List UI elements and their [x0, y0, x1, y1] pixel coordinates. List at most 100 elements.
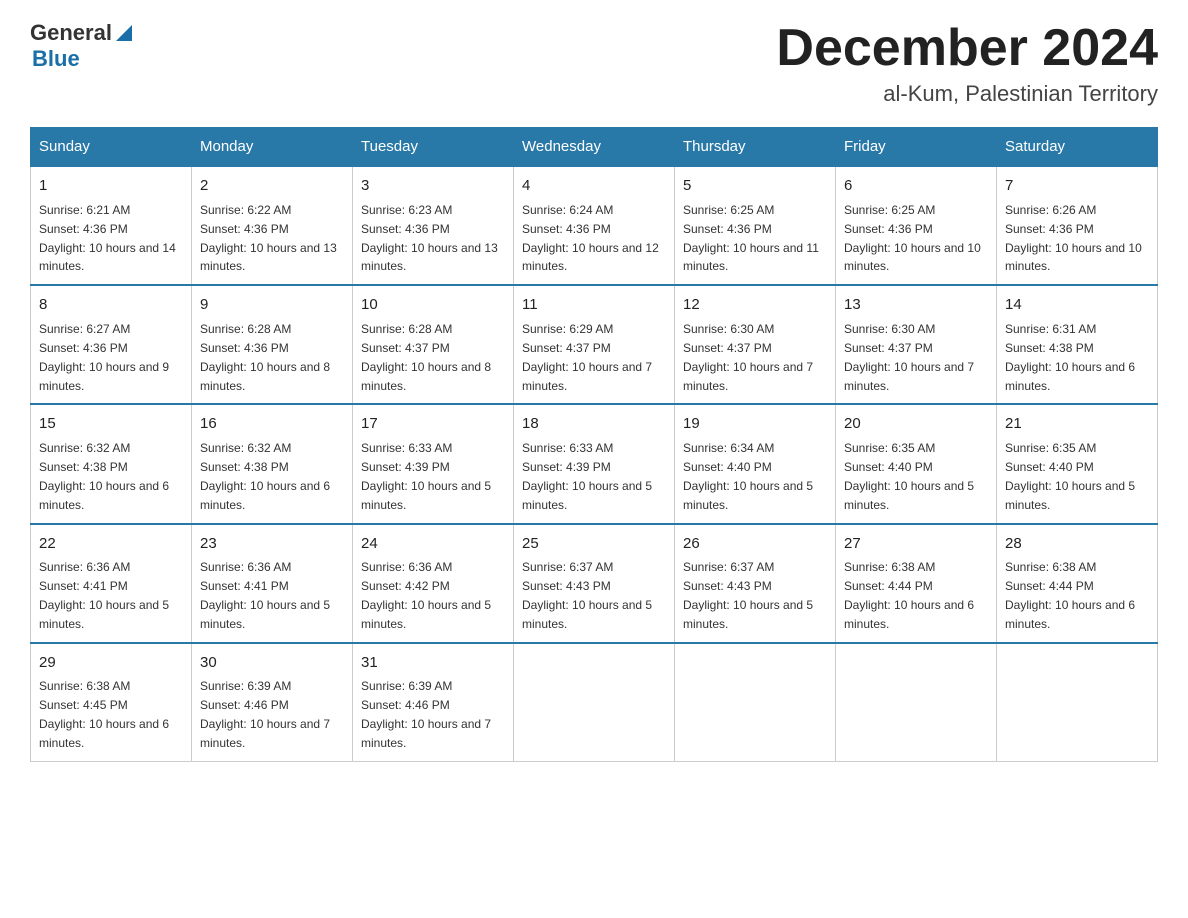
day-number: 10 [361, 294, 505, 316]
day-cell-2-0: 15 Sunrise: 6:32 AMSunset: 4:38 PMDaylig… [31, 404, 192, 523]
day-info: Sunrise: 6:28 AMSunset: 4:36 PMDaylight:… [200, 322, 330, 393]
day-number: 21 [1005, 413, 1149, 435]
day-info: Sunrise: 6:24 AMSunset: 4:36 PMDaylight:… [522, 203, 659, 274]
col-friday: Friday [836, 128, 997, 167]
day-cell-1-6: 14 Sunrise: 6:31 AMSunset: 4:38 PMDaylig… [997, 285, 1158, 404]
day-cell-4-5 [836, 643, 997, 762]
day-info: Sunrise: 6:38 AMSunset: 4:45 PMDaylight:… [39, 679, 169, 750]
day-number: 20 [844, 413, 988, 435]
day-cell-3-3: 25 Sunrise: 6:37 AMSunset: 4:43 PMDaylig… [514, 524, 675, 643]
day-cell-4-3 [514, 643, 675, 762]
day-number: 13 [844, 294, 988, 316]
day-cell-4-6 [997, 643, 1158, 762]
day-cell-0-2: 3 Sunrise: 6:23 AMSunset: 4:36 PMDayligh… [353, 166, 514, 285]
day-cell-0-5: 6 Sunrise: 6:25 AMSunset: 4:36 PMDayligh… [836, 166, 997, 285]
logo-content: General Blue [30, 20, 134, 72]
day-info: Sunrise: 6:32 AMSunset: 4:38 PMDaylight:… [200, 441, 330, 512]
day-cell-4-4 [675, 643, 836, 762]
day-number: 14 [1005, 294, 1149, 316]
day-number: 11 [522, 294, 666, 316]
day-number: 26 [683, 533, 827, 555]
day-number: 4 [522, 175, 666, 197]
day-info: Sunrise: 6:28 AMSunset: 4:37 PMDaylight:… [361, 322, 491, 393]
day-info: Sunrise: 6:21 AMSunset: 4:36 PMDaylight:… [39, 203, 176, 274]
day-info: Sunrise: 6:38 AMSunset: 4:44 PMDaylight:… [1005, 560, 1135, 631]
days-of-week-row: Sunday Monday Tuesday Wednesday Thursday… [31, 128, 1158, 167]
day-number: 12 [683, 294, 827, 316]
day-info: Sunrise: 6:37 AMSunset: 4:43 PMDaylight:… [522, 560, 652, 631]
col-tuesday: Tuesday [353, 128, 514, 167]
day-info: Sunrise: 6:33 AMSunset: 4:39 PMDaylight:… [361, 441, 491, 512]
day-cell-1-5: 13 Sunrise: 6:30 AMSunset: 4:37 PMDaylig… [836, 285, 997, 404]
day-cell-3-4: 26 Sunrise: 6:37 AMSunset: 4:43 PMDaylig… [675, 524, 836, 643]
day-info: Sunrise: 6:38 AMSunset: 4:44 PMDaylight:… [844, 560, 974, 631]
day-info: Sunrise: 6:36 AMSunset: 4:42 PMDaylight:… [361, 560, 491, 631]
day-cell-0-4: 5 Sunrise: 6:25 AMSunset: 4:36 PMDayligh… [675, 166, 836, 285]
day-number: 17 [361, 413, 505, 435]
col-saturday: Saturday [997, 128, 1158, 167]
day-cell-2-1: 16 Sunrise: 6:32 AMSunset: 4:38 PMDaylig… [192, 404, 353, 523]
day-cell-1-4: 12 Sunrise: 6:30 AMSunset: 4:37 PMDaylig… [675, 285, 836, 404]
day-number: 22 [39, 533, 183, 555]
day-info: Sunrise: 6:37 AMSunset: 4:43 PMDaylight:… [683, 560, 813, 631]
day-info: Sunrise: 6:26 AMSunset: 4:36 PMDaylight:… [1005, 203, 1142, 274]
day-info: Sunrise: 6:36 AMSunset: 4:41 PMDaylight:… [200, 560, 330, 631]
day-info: Sunrise: 6:35 AMSunset: 4:40 PMDaylight:… [1005, 441, 1135, 512]
col-sunday: Sunday [31, 128, 192, 167]
day-cell-1-0: 8 Sunrise: 6:27 AMSunset: 4:36 PMDayligh… [31, 285, 192, 404]
day-cell-2-6: 21 Sunrise: 6:35 AMSunset: 4:40 PMDaylig… [997, 404, 1158, 523]
day-number: 19 [683, 413, 827, 435]
day-info: Sunrise: 6:39 AMSunset: 4:46 PMDaylight:… [361, 679, 491, 750]
logo-text-general: General [30, 20, 112, 46]
day-cell-1-2: 10 Sunrise: 6:28 AMSunset: 4:37 PMDaylig… [353, 285, 514, 404]
day-info: Sunrise: 6:33 AMSunset: 4:39 PMDaylight:… [522, 441, 652, 512]
day-number: 6 [844, 175, 988, 197]
day-info: Sunrise: 6:35 AMSunset: 4:40 PMDaylight:… [844, 441, 974, 512]
week-row-3: 15 Sunrise: 6:32 AMSunset: 4:38 PMDaylig… [31, 404, 1158, 523]
day-number: 30 [200, 652, 344, 674]
day-info: Sunrise: 6:23 AMSunset: 4:36 PMDaylight:… [361, 203, 498, 274]
day-number: 31 [361, 652, 505, 674]
col-monday: Monday [192, 128, 353, 167]
day-number: 3 [361, 175, 505, 197]
week-row-1: 1 Sunrise: 6:21 AMSunset: 4:36 PMDayligh… [31, 166, 1158, 285]
week-row-4: 22 Sunrise: 6:36 AMSunset: 4:41 PMDaylig… [31, 524, 1158, 643]
day-number: 1 [39, 175, 183, 197]
day-number: 16 [200, 413, 344, 435]
day-cell-1-3: 11 Sunrise: 6:29 AMSunset: 4:37 PMDaylig… [514, 285, 675, 404]
day-number: 15 [39, 413, 183, 435]
day-number: 18 [522, 413, 666, 435]
title-section: December 2024 al-Kum, Palestinian Territ… [776, 20, 1158, 107]
day-cell-2-2: 17 Sunrise: 6:33 AMSunset: 4:39 PMDaylig… [353, 404, 514, 523]
calendar-header: Sunday Monday Tuesday Wednesday Thursday… [31, 128, 1158, 167]
day-number: 9 [200, 294, 344, 316]
day-cell-4-2: 31 Sunrise: 6:39 AMSunset: 4:46 PMDaylig… [353, 643, 514, 762]
day-cell-2-5: 20 Sunrise: 6:35 AMSunset: 4:40 PMDaylig… [836, 404, 997, 523]
day-cell-0-0: 1 Sunrise: 6:21 AMSunset: 4:36 PMDayligh… [31, 166, 192, 285]
day-number: 5 [683, 175, 827, 197]
day-info: Sunrise: 6:25 AMSunset: 4:36 PMDaylight:… [844, 203, 981, 274]
day-cell-2-4: 19 Sunrise: 6:34 AMSunset: 4:40 PMDaylig… [675, 404, 836, 523]
page-header: General Blue December 2024 al-Kum, Pales… [30, 20, 1158, 107]
day-info: Sunrise: 6:29 AMSunset: 4:37 PMDaylight:… [522, 322, 652, 393]
calendar-table: Sunday Monday Tuesday Wednesday Thursday… [30, 127, 1158, 762]
week-row-5: 29 Sunrise: 6:38 AMSunset: 4:45 PMDaylig… [31, 643, 1158, 762]
day-cell-1-1: 9 Sunrise: 6:28 AMSunset: 4:36 PMDayligh… [192, 285, 353, 404]
day-cell-3-0: 22 Sunrise: 6:36 AMSunset: 4:41 PMDaylig… [31, 524, 192, 643]
day-info: Sunrise: 6:30 AMSunset: 4:37 PMDaylight:… [844, 322, 974, 393]
day-cell-3-5: 27 Sunrise: 6:38 AMSunset: 4:44 PMDaylig… [836, 524, 997, 643]
day-number: 2 [200, 175, 344, 197]
day-info: Sunrise: 6:25 AMSunset: 4:36 PMDaylight:… [683, 203, 819, 274]
day-cell-0-6: 7 Sunrise: 6:26 AMSunset: 4:36 PMDayligh… [997, 166, 1158, 285]
day-info: Sunrise: 6:39 AMSunset: 4:46 PMDaylight:… [200, 679, 330, 750]
day-number: 28 [1005, 533, 1149, 555]
day-cell-0-3: 4 Sunrise: 6:24 AMSunset: 4:36 PMDayligh… [514, 166, 675, 285]
day-info: Sunrise: 6:22 AMSunset: 4:36 PMDaylight:… [200, 203, 337, 274]
day-cell-2-3: 18 Sunrise: 6:33 AMSunset: 4:39 PMDaylig… [514, 404, 675, 523]
day-info: Sunrise: 6:31 AMSunset: 4:38 PMDaylight:… [1005, 322, 1135, 393]
logo: General Blue [30, 20, 134, 72]
day-info: Sunrise: 6:36 AMSunset: 4:41 PMDaylight:… [39, 560, 169, 631]
col-wednesday: Wednesday [514, 128, 675, 167]
day-cell-4-1: 30 Sunrise: 6:39 AMSunset: 4:46 PMDaylig… [192, 643, 353, 762]
logo-triangle-icon [114, 23, 134, 43]
